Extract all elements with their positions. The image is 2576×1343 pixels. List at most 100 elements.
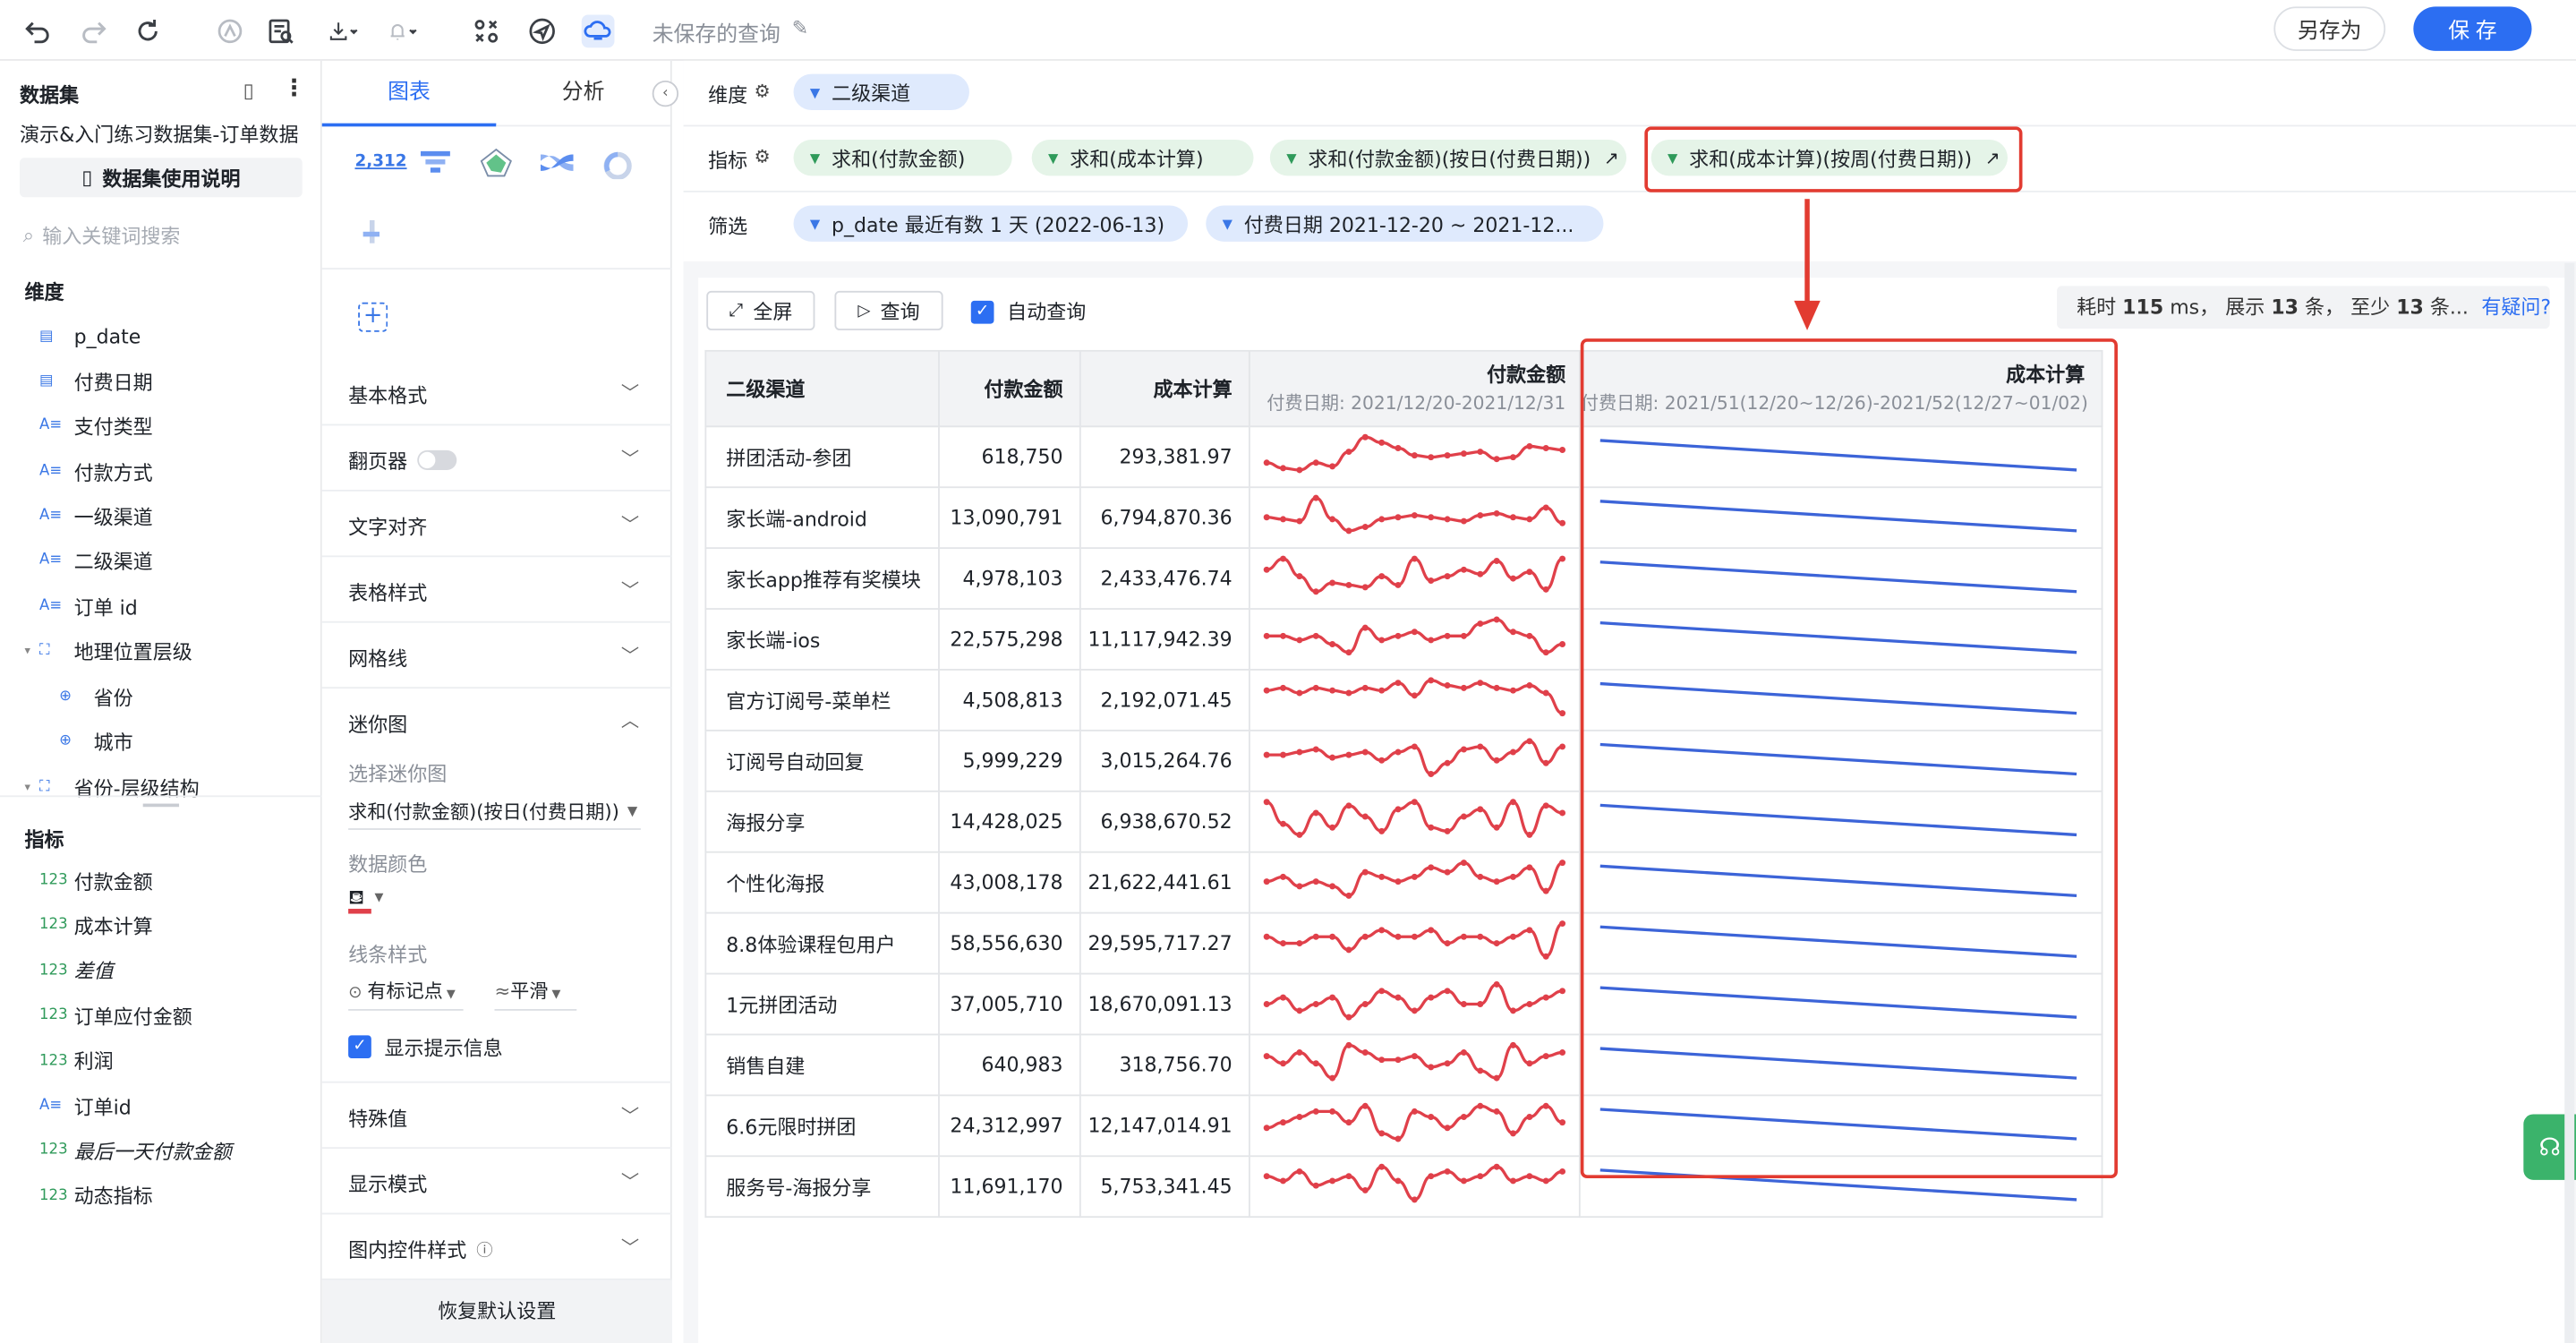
cache-icon[interactable] [581, 14, 615, 48]
dimension-item[interactable]: ▾ ⛶ 省份-层级结构 [25, 769, 200, 805]
reset-defaults-button[interactable]: 恢复默认设置 [321, 1279, 672, 1343]
cell-daily-sparkline[interactable] [1248, 608, 1581, 671]
header-channel[interactable]: 二级渠道 [704, 349, 940, 428]
cell-daily-sparkline[interactable] [1248, 425, 1581, 489]
dataset-file-icon[interactable]: ▯ [243, 79, 254, 102]
header-pay-trend[interactable]: 付款金额 付费日期: 2021/12/20-2021/12/31 [1248, 349, 1581, 428]
config-section[interactable]: 图内控件样式 ⓘ ﹀ [321, 1214, 672, 1280]
metric-item[interactable]: 123 差值 [39, 953, 114, 988]
radar-chart-icon[interactable] [480, 148, 513, 177]
dimension-item[interactable]: A≡ 付款方式 [39, 454, 153, 490]
redo-icon[interactable] [77, 15, 110, 48]
dimension-item[interactable]: ⊕ 城市 [59, 723, 133, 759]
kpi-chart-icon[interactable]: 2,312 [354, 153, 406, 171]
tab-analysis[interactable]: 分析 [496, 61, 670, 127]
query-title[interactable]: 未保存的查询 [653, 16, 780, 48]
marker-select[interactable]: ⊙ 有标记点 ▼ [348, 978, 464, 1011]
bullet-chart-icon[interactable] [360, 218, 386, 248]
cell-daily-sparkline[interactable] [1248, 1155, 1581, 1219]
dimension-item[interactable]: ⊕ 省份 [59, 679, 133, 714]
tooltip-checkbox[interactable]: ✓ 显示提示信息 [348, 1034, 503, 1060]
chevron-up-icon[interactable]: ︿ [621, 706, 639, 732]
dimension-item[interactable]: ▤ 付费日期 [39, 364, 153, 399]
collapse-panel-icon[interactable]: ‹ [652, 80, 679, 107]
sankey-chart-icon[interactable] [540, 153, 574, 173]
funnel-chart-icon[interactable] [420, 150, 450, 175]
cell-daily-sparkline[interactable] [1248, 729, 1581, 792]
filter-pill-pdate[interactable]: ▼ p_date 最近有数 1 天 (2022-06-13) [793, 205, 1189, 242]
filter-pill-pay-date[interactable]: ▼ 付费日期 2021-12-20 ~ 2021-12... [1206, 205, 1604, 242]
config-section[interactable]: 表格样式 ﹀ [321, 557, 672, 623]
cell-daily-sparkline[interactable] [1248, 790, 1581, 853]
gauge-chart-icon[interactable] [603, 150, 633, 180]
dimension-item[interactable]: A≡ 二级渠道 [39, 543, 153, 578]
dataset-guide-button[interactable]: ▯ 数据集使用说明 [20, 158, 303, 198]
layout-icon[interactable] [470, 15, 503, 48]
config-section[interactable]: 显示模式 ﹀ [321, 1149, 672, 1215]
dimension-item[interactable]: ▾ ⛶ 地理位置层级 [25, 633, 192, 669]
cell-daily-sparkline[interactable] [1248, 911, 1581, 975]
clear-icon[interactable] [214, 15, 247, 48]
save-button[interactable]: 保 存 [2413, 6, 2532, 51]
config-section[interactable]: 文字对齐 ﹀ [321, 492, 672, 558]
sparkline-point [1378, 573, 1386, 580]
config-section[interactable]: 翻页器 ﹀ [321, 425, 672, 492]
share-icon[interactable] [525, 15, 559, 48]
tab-chart[interactable]: 图表 [321, 61, 497, 127]
dimension-item[interactable]: ▤ p_date [39, 319, 141, 355]
search-input[interactable]: ⌕ 输入关键词搜索 [16, 217, 305, 252]
metric-item[interactable]: 123 最后一天付款金额 [39, 1133, 232, 1168]
dimension-item[interactable]: A≡ 订单 id [39, 588, 138, 624]
metric-pill[interactable]: ▼ 求和(成本计算) [1031, 140, 1254, 176]
dimension-pill[interactable]: ▼ 二级渠道 [793, 73, 969, 110]
pager-toggle[interactable] [417, 449, 457, 470]
more-icon[interactable]: ⋮ [283, 75, 306, 101]
gear-icon[interactable]: ⚙ [754, 146, 770, 167]
sparkline-point [1329, 1074, 1336, 1082]
download-icon[interactable] [320, 15, 366, 48]
cell-daily-sparkline[interactable] [1248, 486, 1581, 550]
dimension-item[interactable]: A≡ 支付类型 [39, 407, 153, 443]
help-link[interactable]: 有疑问? [2481, 295, 2551, 319]
sparkline-point [1280, 516, 1287, 523]
config-section[interactable]: 网格线 ﹀ [321, 623, 672, 689]
sparkline-point [1526, 1114, 1533, 1121]
fullscreen-button[interactable]: ⤢ 全屏 [706, 290, 815, 330]
metric-item[interactable]: 123 订单应付金额 [39, 997, 192, 1033]
save-as-button[interactable]: 另存为 [2273, 6, 2386, 51]
auto-query-checkbox[interactable]: ✓ 自动查询 [970, 297, 1086, 325]
metric-pill[interactable]: ▼ 求和(付款金额) [793, 140, 1012, 176]
undo-icon[interactable] [21, 15, 55, 48]
metric-item[interactable]: A≡ 订单id [39, 1088, 132, 1124]
cell-daily-sparkline[interactable] [1248, 547, 1581, 610]
refresh-icon[interactable] [132, 15, 165, 48]
smooth-select[interactable]: ≈平滑 ▼ [494, 978, 577, 1011]
sql-view-icon[interactable] [265, 15, 298, 48]
gear-icon[interactable]: ⚙ [754, 81, 770, 102]
header-cost[interactable]: 成本计算 [1079, 349, 1250, 428]
config-section[interactable]: 特殊值 ﹀ [321, 1083, 672, 1150]
cell-daily-sparkline[interactable] [1248, 851, 1581, 914]
minichart-title[interactable]: 迷你图 [348, 710, 407, 738]
edit-icon[interactable]: ✎ [792, 16, 808, 39]
metric-item[interactable]: 123 付款金额 [39, 863, 153, 899]
config-section[interactable]: 基本格式 ﹀ [321, 360, 672, 426]
metric-item[interactable]: 123 利润 [39, 1043, 114, 1079]
metric-item[interactable]: 123 成本计算 [39, 908, 153, 944]
cell-daily-sparkline[interactable] [1248, 972, 1581, 1036]
cell-daily-sparkline[interactable] [1248, 1094, 1581, 1158]
dataset-name[interactable]: 演示&入门练习数据集-订单数据 [20, 120, 298, 148]
metric-item[interactable]: 123 动态指标 [39, 1178, 153, 1214]
cell-daily-sparkline[interactable] [1248, 669, 1581, 731]
resize-handle[interactable] [142, 803, 180, 808]
alert-icon[interactable] [380, 15, 425, 48]
dimension-item[interactable]: A≡ 一级渠道 [39, 498, 153, 534]
cell-daily-sparkline[interactable] [1248, 1033, 1581, 1097]
query-button[interactable]: ▷ 查询 [834, 290, 943, 330]
minichart-select[interactable]: 求和(付款金额)(按日(付费日期)) ▼ [348, 794, 641, 830]
header-pay[interactable]: 付款金额 [938, 349, 1081, 428]
add-chart-icon[interactable]: + [358, 302, 388, 332]
metric-pill[interactable]: ▼ 求和(付款金额)(按日(付费日期)) ↗ [1269, 140, 1627, 176]
scrollbar[interactable] [2564, 262, 2575, 1343]
color-picker[interactable]: ⛾ ▼ [348, 885, 388, 914]
